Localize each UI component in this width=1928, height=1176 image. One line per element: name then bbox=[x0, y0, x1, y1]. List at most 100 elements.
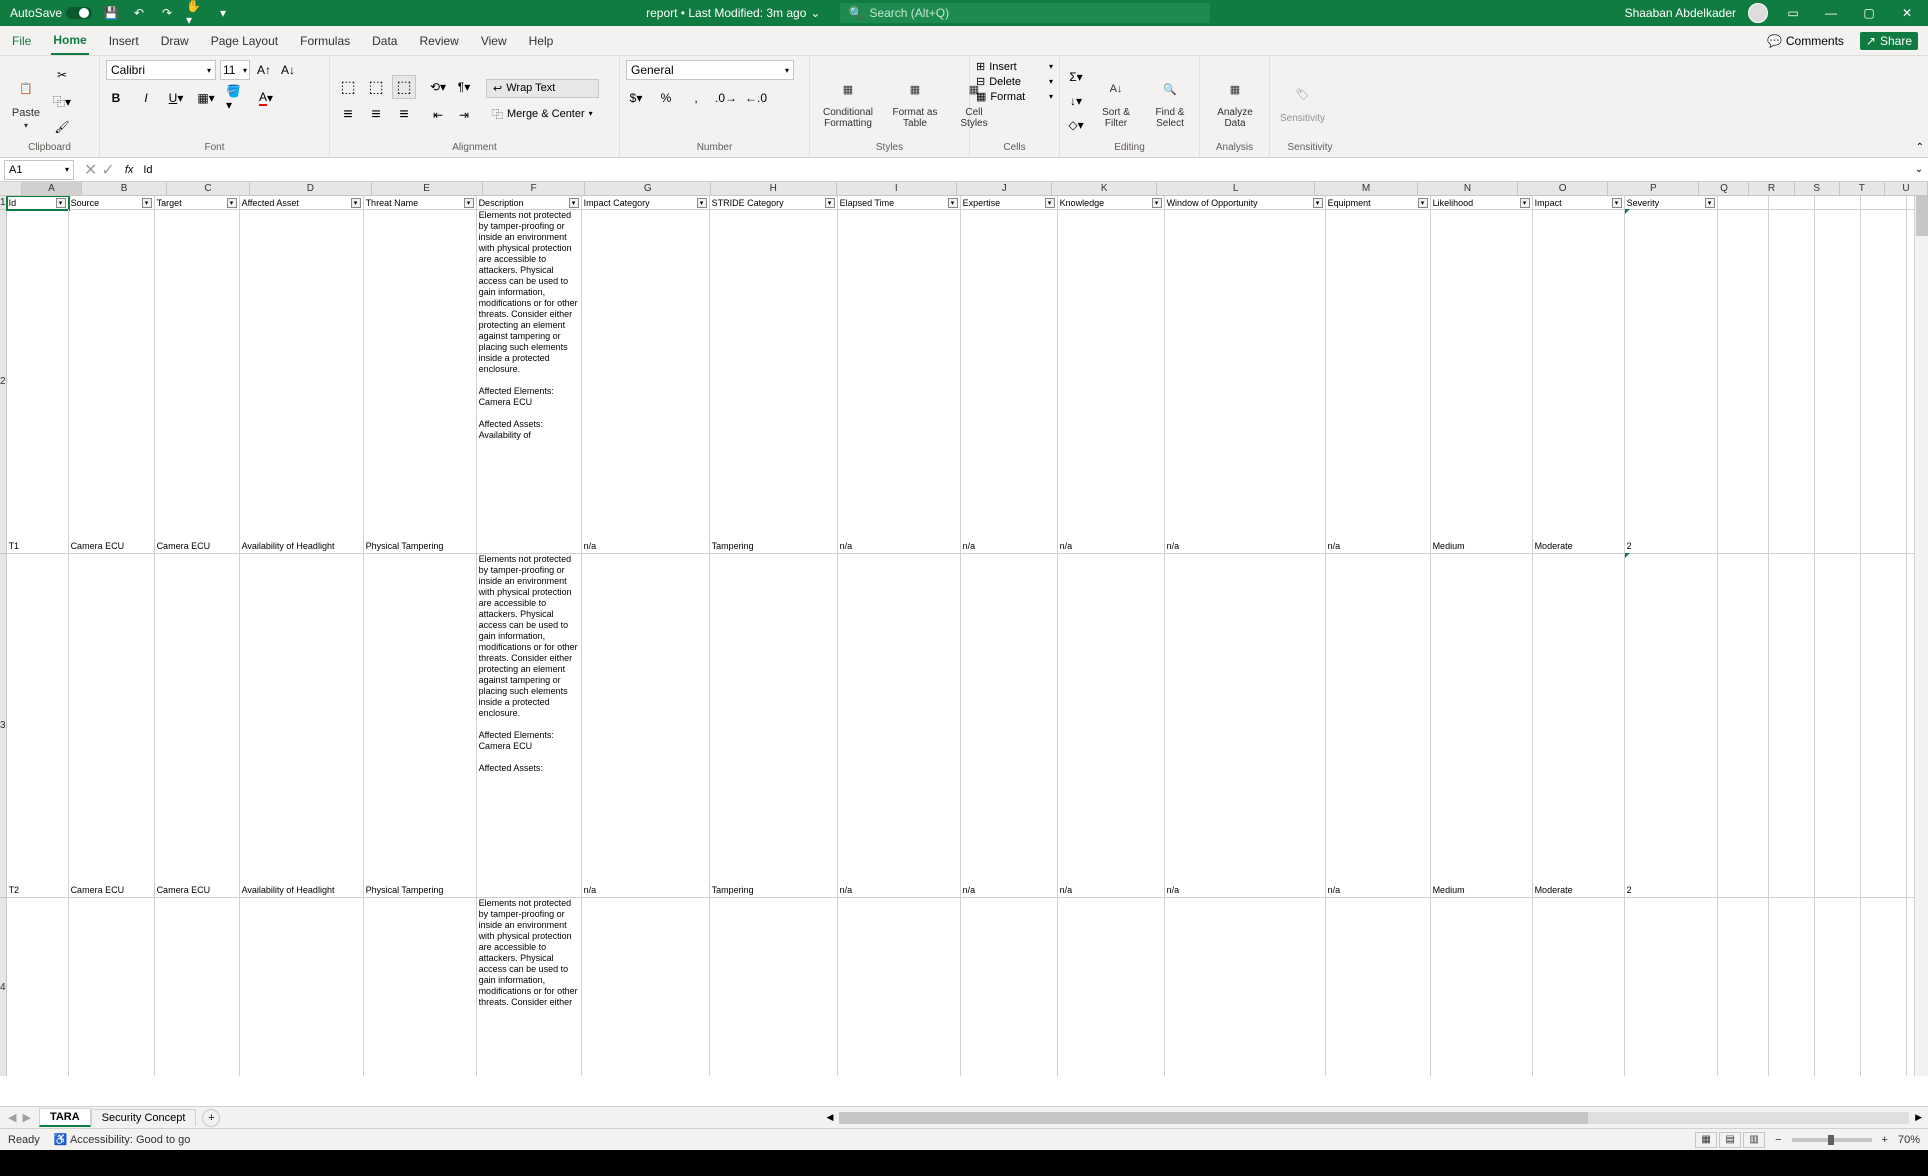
cell[interactable] bbox=[1718, 553, 1769, 897]
cell[interactable] bbox=[69, 897, 155, 1076]
cell[interactable]: n/a bbox=[1326, 553, 1431, 897]
cell[interactable]: Elements not protected by tamper-proofin… bbox=[477, 209, 582, 553]
cell[interactable]: Threat Name▾ bbox=[364, 196, 477, 210]
cell[interactable]: T1 bbox=[7, 209, 69, 553]
insert-button[interactable]: ⊞Insert▾ bbox=[976, 60, 1053, 73]
cell[interactable] bbox=[838, 897, 961, 1076]
normal-view-button[interactable]: ▦ bbox=[1695, 1132, 1717, 1148]
fill-color-button[interactable]: 🪣▾ bbox=[226, 88, 246, 108]
cell[interactable]: n/a bbox=[961, 553, 1058, 897]
cell[interactable]: Medium bbox=[1431, 209, 1533, 553]
column-header-Q[interactable]: Q bbox=[1699, 182, 1749, 195]
cell[interactable]: n/a bbox=[961, 209, 1058, 553]
column-header-G[interactable]: G bbox=[585, 182, 711, 195]
column-header-T[interactable]: T bbox=[1840, 182, 1885, 195]
cell[interactable] bbox=[1769, 897, 1815, 1076]
number-format-combo[interactable]: General▾ bbox=[626, 60, 794, 80]
cell[interactable]: Affected Asset▾ bbox=[240, 196, 364, 210]
conditional-formatting-button[interactable]: ▦Conditional Formatting bbox=[816, 71, 880, 131]
cell[interactable] bbox=[1718, 897, 1769, 1076]
sheet-prev-button[interactable]: ◀ bbox=[8, 1111, 16, 1124]
filter-dropdown-icon[interactable]: ▾ bbox=[948, 198, 958, 208]
cell[interactable] bbox=[582, 897, 710, 1076]
cell[interactable]: n/a bbox=[1058, 553, 1165, 897]
align-bottom-button[interactable]: ⬚ bbox=[392, 75, 416, 99]
filter-dropdown-icon[interactable]: ▾ bbox=[825, 198, 835, 208]
cell[interactable] bbox=[1815, 553, 1861, 897]
cell[interactable]: Source▾ bbox=[69, 196, 155, 210]
document-title[interactable]: report • Last Modified: 3m ago ⌄ bbox=[646, 6, 820, 20]
column-header-O[interactable]: O bbox=[1518, 182, 1608, 195]
align-top-button[interactable]: ⬚ bbox=[336, 75, 360, 99]
filter-dropdown-icon[interactable]: ▾ bbox=[351, 198, 361, 208]
cell[interactable]: Camera ECU bbox=[155, 209, 240, 553]
cell[interactable] bbox=[1326, 897, 1431, 1076]
italic-button[interactable]: I bbox=[136, 88, 156, 108]
cell[interactable]: Medium bbox=[1431, 553, 1533, 897]
wrap-text-button[interactable]: ↩Wrap Text bbox=[486, 79, 599, 98]
font-color-button[interactable]: A▾ bbox=[256, 88, 276, 108]
cell[interactable]: n/a bbox=[1326, 209, 1431, 553]
merge-center-button[interactable]: ⿻Merge & Center▾ bbox=[486, 104, 599, 124]
filter-dropdown-icon[interactable]: ▾ bbox=[1313, 198, 1323, 208]
column-header-M[interactable]: M bbox=[1315, 182, 1418, 195]
find-select-button[interactable]: 🔍Find & Select bbox=[1146, 71, 1194, 131]
fill-button[interactable]: ↓▾ bbox=[1066, 91, 1086, 111]
autosum-button[interactable]: Σ▾ bbox=[1066, 67, 1086, 87]
collapse-ribbon-button[interactable]: ⌃ bbox=[1916, 142, 1924, 153]
cell[interactable] bbox=[1815, 196, 1861, 210]
tab-insert[interactable]: Insert bbox=[107, 28, 141, 54]
cell[interactable]: Moderate bbox=[1533, 209, 1625, 553]
cell[interactable] bbox=[7, 897, 69, 1076]
redo-icon[interactable]: ↷ bbox=[158, 4, 176, 22]
tab-review[interactable]: Review bbox=[417, 28, 460, 54]
cell[interactable] bbox=[1861, 209, 1907, 553]
column-header-U[interactable]: U bbox=[1885, 182, 1928, 195]
column-header-E[interactable]: E bbox=[372, 182, 483, 195]
cell[interactable] bbox=[1625, 897, 1718, 1076]
filter-dropdown-icon[interactable]: ▾ bbox=[1418, 198, 1428, 208]
bold-button[interactable]: B bbox=[106, 88, 126, 108]
cell[interactable]: STRIDE Category▾ bbox=[710, 196, 838, 210]
cell[interactable] bbox=[1815, 209, 1861, 553]
align-left-button[interactable]: ≡ bbox=[336, 103, 360, 127]
decrease-font-button[interactable]: A↓ bbox=[278, 60, 298, 80]
tab-draw[interactable]: Draw bbox=[159, 28, 191, 54]
tab-view[interactable]: View bbox=[479, 28, 509, 54]
cell[interactable] bbox=[240, 897, 364, 1076]
filter-dropdown-icon[interactable]: ▾ bbox=[1612, 198, 1622, 208]
analyze-data-button[interactable]: ▦Analyze Data bbox=[1206, 71, 1264, 131]
fx-icon[interactable]: fx bbox=[125, 164, 134, 176]
cell[interactable]: n/a bbox=[838, 209, 961, 553]
filter-dropdown-icon[interactable]: ▾ bbox=[1152, 198, 1162, 208]
column-header-H[interactable]: H bbox=[711, 182, 837, 195]
font-size-combo[interactable]: 11▾ bbox=[220, 60, 250, 80]
filter-dropdown-icon[interactable]: ▾ bbox=[569, 198, 579, 208]
sheet-tab-security-concept[interactable]: Security Concept bbox=[91, 1109, 197, 1126]
select-all-corner[interactable] bbox=[0, 182, 22, 195]
sheet-tab-tara[interactable]: TARA bbox=[39, 1108, 91, 1127]
save-icon[interactable]: 💾 bbox=[102, 4, 120, 22]
accounting-format-button[interactable]: $▾ bbox=[626, 88, 646, 108]
filter-dropdown-icon[interactable]: ▾ bbox=[142, 198, 152, 208]
column-header-N[interactable]: N bbox=[1418, 182, 1518, 195]
filter-dropdown-icon[interactable]: ▾ bbox=[464, 198, 474, 208]
cell[interactable]: n/a bbox=[582, 553, 710, 897]
cell[interactable] bbox=[961, 897, 1058, 1076]
tab-data[interactable]: Data bbox=[370, 28, 399, 54]
cell[interactable]: Description▾ bbox=[477, 196, 582, 210]
cell[interactable]: Expertise▾ bbox=[961, 196, 1058, 210]
column-header-J[interactable]: J bbox=[957, 182, 1052, 195]
underline-button[interactable]: U▾ bbox=[166, 88, 186, 108]
cell[interactable]: Tampering bbox=[710, 209, 838, 553]
column-header-F[interactable]: F bbox=[483, 182, 586, 195]
cell[interactable]: Likelihood▾ bbox=[1431, 196, 1533, 210]
cell[interactable] bbox=[1058, 897, 1165, 1076]
cell[interactable]: Impact Category▾ bbox=[582, 196, 710, 210]
text-direction-button[interactable]: ¶▾ bbox=[454, 77, 474, 97]
column-header-A[interactable]: A bbox=[22, 182, 83, 195]
close-button[interactable]: ✕ bbox=[1894, 3, 1920, 23]
zoom-out-button[interactable]: − bbox=[1775, 1134, 1781, 1146]
filter-dropdown-icon[interactable]: ▾ bbox=[227, 198, 237, 208]
cell[interactable]: Availability of Headlight bbox=[240, 553, 364, 897]
